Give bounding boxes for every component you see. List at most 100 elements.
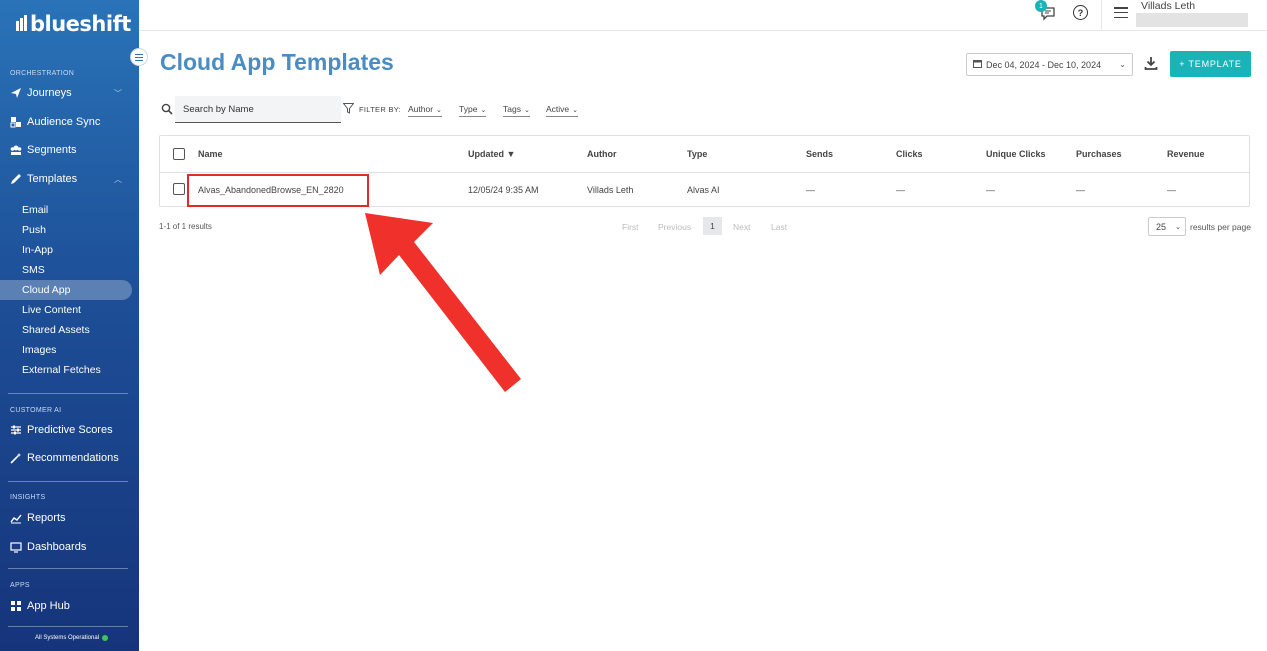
- cell-sends: —: [806, 185, 815, 195]
- cell-author: Villads Leth: [587, 185, 634, 195]
- sidebar-item-label: Predictive Scores: [27, 424, 113, 436]
- author-filter-label: Author: [408, 104, 434, 114]
- sidebar-collapse-button[interactable]: [130, 48, 148, 66]
- sidebar-subitem-cloud-app[interactable]: Cloud App: [22, 284, 70, 296]
- paper-plane-icon: [10, 87, 22, 99]
- annotation-highlight-box: [187, 174, 369, 207]
- column-unique-clicks[interactable]: Unique Clicks: [986, 149, 1046, 159]
- blueshift-logo[interactable]: blueshift: [16, 12, 131, 36]
- column-clicks[interactable]: Clicks: [896, 149, 923, 159]
- active-filter-label: Active: [546, 104, 570, 114]
- page-title: Cloud App Templates: [160, 49, 394, 75]
- search-input[interactable]: [175, 96, 341, 123]
- sidebar-item-templates[interactable]: Templates ︿: [10, 173, 128, 185]
- filter-by-label: FILTER BY:: [359, 105, 402, 114]
- chevron-down-icon: ﹀: [114, 88, 122, 98]
- chevron-down-icon: ⌄: [480, 107, 487, 114]
- sidebar-item-label: App Hub: [27, 600, 70, 612]
- date-range-picker[interactable]: Dec 04, 2024 - Dec 10, 2024 ⌄: [966, 53, 1133, 76]
- column-sends[interactable]: Sends: [806, 149, 833, 159]
- top-bar: 1 ? Villads Leth: [139, 0, 1267, 31]
- sidebar-divider: [8, 568, 128, 569]
- line-chart-icon: [10, 512, 22, 524]
- cell-clicks: —: [896, 185, 905, 195]
- sidebar-divider: [8, 626, 128, 627]
- dashboard-icon: [10, 541, 22, 553]
- sidebar-subitem-in-app[interactable]: In-App: [22, 244, 53, 256]
- sidebar-subitem-live-content[interactable]: Live Content: [22, 304, 81, 316]
- sidebar-item-label: Segments: [27, 144, 77, 156]
- column-purchases[interactable]: Purchases: [1076, 149, 1122, 159]
- system-status[interactable]: All Systems Operational: [35, 635, 109, 641]
- author-filter-dropdown[interactable]: Author ⌄: [408, 104, 442, 117]
- column-revenue[interactable]: Revenue: [1167, 149, 1205, 159]
- pagination-current-page[interactable]: 1: [703, 217, 722, 235]
- status-dot-icon: [102, 635, 109, 641]
- sidebar-item-recommendations[interactable]: Recommendations: [10, 452, 128, 464]
- cell-purchases: —: [1076, 185, 1085, 195]
- sidebar-item-segments[interactable]: Segments: [10, 144, 128, 156]
- active-filter-dropdown[interactable]: Active ⌄: [546, 104, 579, 117]
- tags-filter-dropdown[interactable]: Tags ⌄: [503, 104, 530, 117]
- download-icon[interactable]: [1144, 56, 1158, 70]
- per-page-label: results per page: [1190, 222, 1251, 232]
- help-icon[interactable]: ?: [1073, 5, 1088, 20]
- sidebar-item-app-hub[interactable]: App Hub: [10, 600, 128, 612]
- filter-icon: [343, 103, 354, 114]
- per-page-select[interactable]: 25 ⌄: [1148, 217, 1186, 236]
- column-author[interactable]: Author: [587, 149, 617, 159]
- sidebar-item-label: Journeys: [27, 87, 72, 99]
- sidebar: blueshift ORCHESTRATION Journeys ﹀ Audie…: [0, 0, 139, 651]
- cell-unique-clicks: —: [986, 185, 995, 195]
- sidebar-divider: [8, 393, 128, 394]
- audience-sync-icon: [10, 116, 22, 128]
- logo-bars-icon: [16, 12, 28, 36]
- column-type[interactable]: Type: [687, 149, 707, 159]
- date-range-value: Dec 04, 2024 - Dec 10, 2024: [986, 59, 1102, 70]
- sidebar-item-label: Templates: [27, 173, 78, 185]
- sidebar-item-dashboards[interactable]: Dashboards: [10, 541, 128, 553]
- grid-icon: [10, 600, 22, 612]
- add-template-button[interactable]: + TEMPLATE: [1170, 51, 1251, 77]
- row-checkbox[interactable]: [173, 183, 185, 195]
- sidebar-item-label: Audience Sync: [27, 116, 101, 128]
- chevron-down-icon: ⌄: [436, 107, 442, 114]
- notification-badge: 1: [1035, 0, 1047, 12]
- pagination-next[interactable]: Next: [733, 222, 750, 232]
- type-filter-dropdown[interactable]: Type ⌄: [459, 104, 487, 117]
- pagination-previous[interactable]: Previous: [658, 222, 691, 232]
- cell-updated: 12/05/24 9:35 AM: [468, 185, 539, 195]
- sidebar-subitem-shared-assets[interactable]: Shared Assets: [22, 324, 90, 336]
- sidebar-subitem-push[interactable]: Push: [22, 224, 46, 236]
- sidebar-subitem-external-fetches[interactable]: External Fetches: [22, 364, 101, 376]
- tags-filter-label: Tags: [503, 104, 521, 114]
- sidebar-item-audience-sync[interactable]: Audience Sync: [10, 116, 128, 128]
- sidebar-item-journeys[interactable]: Journeys ﹀: [10, 87, 128, 99]
- user-name[interactable]: Villads Leth: [1141, 0, 1195, 12]
- pagination-last[interactable]: Last: [771, 222, 787, 232]
- section-insights: INSIGHTS: [10, 494, 46, 501]
- magic-wand-icon: [10, 452, 22, 464]
- user-account-placeholder: [1136, 13, 1248, 27]
- sidebar-item-predictive-scores[interactable]: Predictive Scores: [10, 424, 128, 436]
- sidebar-divider: [8, 481, 128, 482]
- chevron-down-icon: ⌄: [1175, 223, 1181, 231]
- sidebar-subitem-images[interactable]: Images: [22, 344, 56, 356]
- sidebar-item-reports[interactable]: Reports: [10, 512, 128, 524]
- column-name[interactable]: Name: [198, 149, 223, 159]
- chevron-up-icon: ︿: [114, 174, 122, 184]
- hamburger-menu-icon[interactable]: [1114, 7, 1128, 18]
- menu-lines-icon: [135, 56, 143, 58]
- sidebar-item-label: Recommendations: [27, 452, 119, 464]
- per-page-value: 25: [1156, 221, 1167, 232]
- select-all-checkbox[interactable]: [173, 148, 185, 160]
- type-filter-label: Type: [459, 104, 478, 114]
- search-icon: [161, 103, 173, 115]
- column-updated[interactable]: Updated ▼: [468, 149, 515, 159]
- topbar-divider: [1101, 0, 1102, 31]
- sidebar-subitem-email[interactable]: Email: [22, 204, 48, 216]
- table-header: Name Updated ▼ Author Type Sends Clicks …: [160, 136, 1249, 173]
- sidebar-subitem-sms[interactable]: SMS: [22, 264, 45, 276]
- pagination-first[interactable]: First: [622, 222, 639, 232]
- logo-text: blueshift: [30, 12, 131, 36]
